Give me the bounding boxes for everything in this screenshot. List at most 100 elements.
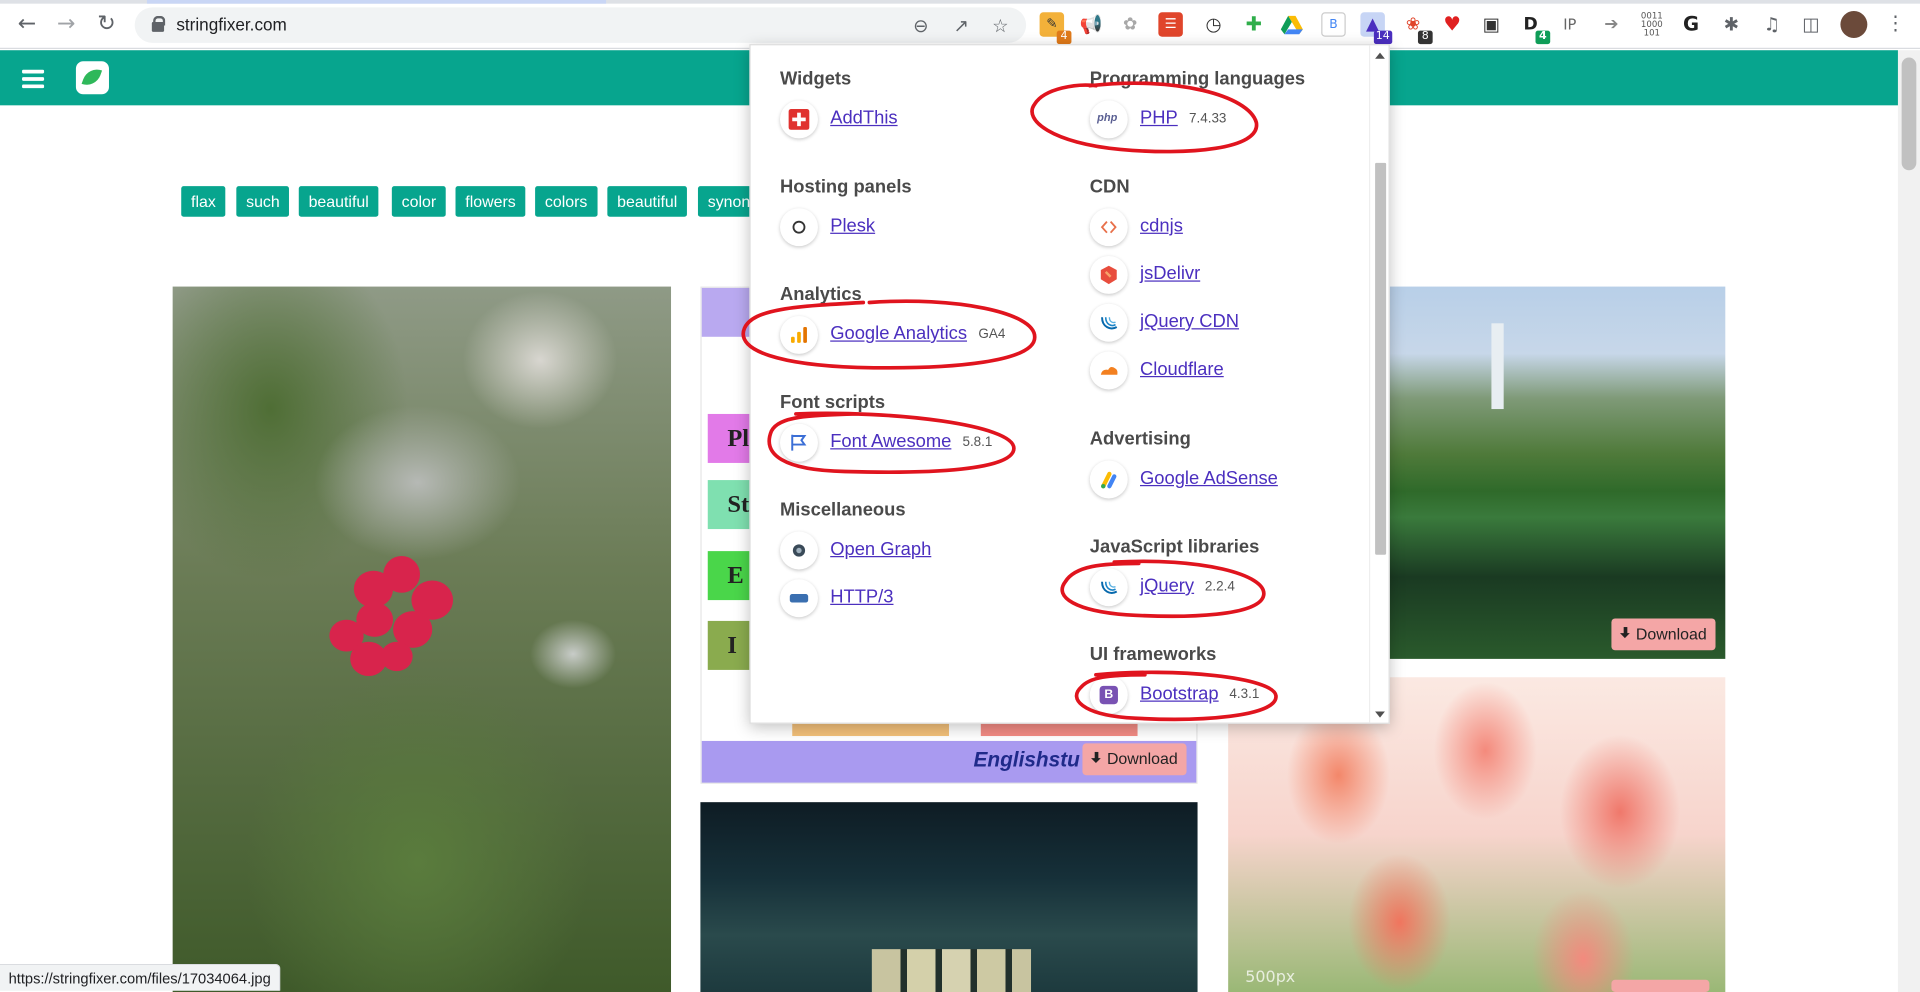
tech-name[interactable]: Google Analytics [830,323,967,344]
ip-icon[interactable]: IP [1557,12,1583,37]
tech-name[interactable]: Plesk [830,216,875,237]
add-extension-icon[interactable]: ✚ [1241,12,1267,37]
extension-pen-icon[interactable]: ✎ 4 [1039,12,1072,45]
tech-name[interactable]: PHP [1140,108,1178,129]
tech-version: 2.2.4 [1204,579,1235,594]
tech-name[interactable]: Bootstrap [1140,683,1219,704]
tech-name[interactable]: cdnjs [1140,216,1183,237]
open-graph-icon [780,531,818,570]
window-panes [871,949,1032,992]
tech-name[interactable]: Google AdSense [1140,468,1278,489]
hamburger-menu-icon[interactable] [22,69,45,88]
category-cdn: CDN [1089,176,1130,198]
tag-flax[interactable]: flax [181,186,226,217]
tech-version: 4.3.1 [1229,687,1260,702]
tech-name[interactable]: jsDelivr [1140,263,1200,284]
d-extension-icon[interactable]: D4 [1518,12,1551,45]
browser-menu-icon[interactable]: ⋮ [1883,12,1907,36]
tag-flowers[interactable]: flowers [455,186,526,217]
gift-icon[interactable]: ❀ 8 [1400,12,1433,45]
wappalyzer-popup: Widgets AddThis Hosting panels Plesk Ana… [749,44,1390,724]
scroll-up-arrow-icon[interactable] [1375,52,1385,59]
tag-beautiful[interactable]: beautiful [298,186,379,217]
grammarly-icon[interactable]: G [1678,12,1704,37]
tech-name[interactable]: jQuery CDN [1140,311,1239,332]
puzzle-icon[interactable]: ✱ [1719,12,1744,37]
tech-version: GA4 [978,326,1006,342]
page-scrollbar[interactable] [1897,50,1920,992]
megaphone-icon[interactable]: 📢 [1078,12,1104,37]
speedometer-icon[interactable]: ◷ [1201,12,1226,37]
popup-scrollbar[interactable] [1368,45,1389,723]
extension-grey-icon[interactable]: ✿ [1117,12,1143,37]
tulips-image[interactable]: 500px [1228,677,1726,992]
tech-name[interactable]: Cloudflare [1140,359,1224,380]
shield-heart-icon[interactable]: ♥ [1440,12,1465,37]
tab-strip [0,0,1920,4]
reload-icon[interactable]: ↻ [93,11,120,38]
share-icon[interactable]: ↗ [950,15,972,37]
google-drive-icon[interactable] [1279,12,1305,37]
bootstrap-icon: B [1089,676,1128,714]
address-bar[interactable]: stringfixer.com ⊖ ↗ ☆ [134,7,1027,43]
tag-colors[interactable]: colors [535,186,598,217]
bookmark-star-icon[interactable]: ☆ [989,15,1011,37]
download-button[interactable] [1611,979,1710,992]
category-programming-languages: Programming languages [1089,68,1306,90]
arrow-extension-icon[interactable]: ➔ [1599,12,1624,37]
bootstrap-icon-label: B [1099,685,1118,705]
b-extension-icon[interactable]: B [1321,12,1346,37]
window-image[interactable] [700,802,1198,992]
active-tab-indicator [146,0,607,4]
forward-arrow-icon[interactable]: → [53,11,80,38]
download-label: Download [1635,624,1707,643]
download-icon [1619,627,1631,640]
flax-flower-image[interactable] [172,286,672,992]
wappalyzer-badge: 14 [1373,30,1393,45]
tag-such[interactable]: such [236,186,290,217]
browser-toolbar: ← → ↻ stringfixer.com ⊖ ↗ ☆ ✎ 4 📢 ✿ ☰ ◷ ✚… [0,0,1920,49]
side-panel-icon[interactable]: ◫ [1798,12,1824,37]
tech-name[interactable]: Font Awesome [830,431,951,452]
zoom-icon[interactable]: ⊖ [910,15,932,37]
back-arrow-icon[interactable]: ← [13,11,40,38]
tag-beautiful-2[interactable]: beautiful [607,186,688,217]
flower-petal [383,556,421,593]
d-badge: 4 [1535,30,1551,45]
stack-icon[interactable]: ☰ [1158,12,1183,37]
addthis-icon [780,100,818,139]
category-advertising: Advertising [1089,428,1191,450]
lock-icon[interactable] [151,15,166,32]
address-url[interactable]: stringfixer.com [176,15,287,35]
jquery-cdn-icon [1089,303,1128,342]
tech-name[interactable]: Open Graph [830,539,931,560]
php-icon-label: php [1097,111,1118,124]
site-logo[interactable] [75,61,109,95]
link-status-bar: https://stringfixer.com/files/17034064.j… [0,963,281,991]
flag-icon [780,423,818,462]
download-button[interactable]: Download [1611,618,1716,651]
reader-icon[interactable]: ▣ [1479,12,1504,37]
download-icon [1090,751,1102,765]
tag-color[interactable]: color [391,186,446,217]
tech-name[interactable]: jQuery [1140,576,1194,597]
tech-name[interactable]: HTTP/3 [830,587,893,608]
tech-name[interactable]: AddThis [830,108,897,129]
wappalyzer-icon[interactable]: ▲ 14 [1360,12,1393,45]
download-button[interactable]: Download [1082,743,1187,776]
profile-avatar[interactable] [1840,11,1868,38]
scrollbar-thumb[interactable] [1901,57,1917,171]
infographic-brand: Englishstu [973,748,1080,772]
google-adsense-icon [1089,460,1128,499]
media-control-icon[interactable]: ♫ [1759,12,1785,37]
infographic-bar: Pl [707,413,752,463]
jsdelivr-icon [1089,255,1128,294]
popup-scrollbar-thumb[interactable] [1375,162,1387,555]
scroll-down-arrow-icon[interactable] [1375,711,1385,718]
infographic-bar: St [707,480,752,530]
binary-icon[interactable]: 0011 1000 101 [1639,12,1665,37]
infographic-bar: E [707,551,752,601]
category-ui-frameworks: UI frameworks [1089,644,1217,666]
flower-petal [380,641,413,672]
category-hosting-panels: Hosting panels [780,176,912,198]
